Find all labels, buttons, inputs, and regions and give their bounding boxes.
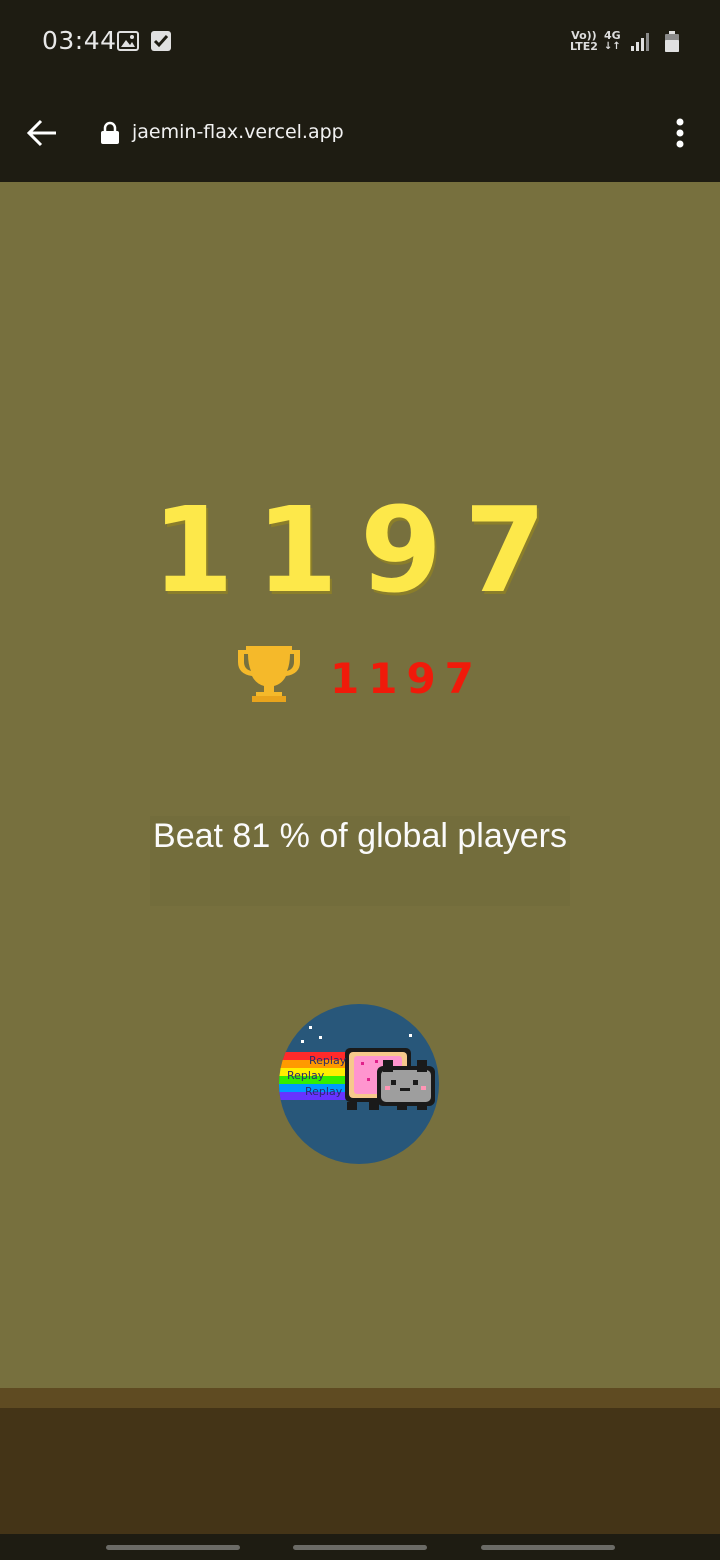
network-type-label: 4G ↓↑ — [604, 29, 621, 52]
network-type: 4G — [604, 29, 621, 42]
beat-percentage-text: Beat 81 % of global players — [150, 816, 570, 906]
status-bar: 03:44 Vo)) LTE2 4G ↓↑ — [0, 0, 720, 84]
network-volte-label: Vo)) LTE2 — [570, 30, 598, 52]
trophy-icon — [238, 646, 300, 702]
url-bar[interactable]: jaemin-flax.vercel.app — [132, 121, 344, 143]
status-time: 03:44 — [42, 26, 117, 55]
replay-label: Replay — [287, 1069, 325, 1082]
nyan-cat-icon — [279, 1026, 435, 1110]
nav-back-gesture[interactable] — [481, 1545, 615, 1550]
signal-icon — [631, 33, 649, 51]
lock-icon — [101, 121, 119, 144]
battery-icon — [665, 31, 679, 52]
ground — [0, 1408, 720, 1534]
more-vert-icon[interactable] — [670, 118, 690, 150]
system-nav-bar — [0, 1534, 720, 1560]
image-icon — [117, 31, 139, 51]
replay-label: Replay — [305, 1085, 343, 1098]
game-screen: 1197 1197 Beat 81 % of global players Re… — [0, 182, 720, 1388]
replay-label: Replay — [309, 1054, 347, 1067]
best-score: 1197 — [330, 654, 483, 703]
check-icon — [151, 31, 171, 51]
ground-edge — [0, 1388, 720, 1408]
back-arrow-icon[interactable] — [26, 118, 58, 148]
nav-home-gesture[interactable] — [293, 1545, 427, 1550]
network-label-bottom: LTE2 — [570, 40, 598, 53]
nav-recents-gesture[interactable] — [106, 1545, 240, 1550]
replay-button[interactable]: Replay Replay Replay — [279, 1004, 439, 1164]
browser-toolbar: jaemin-flax.vercel.app — [0, 84, 720, 182]
current-score: 1197 — [151, 481, 569, 619]
